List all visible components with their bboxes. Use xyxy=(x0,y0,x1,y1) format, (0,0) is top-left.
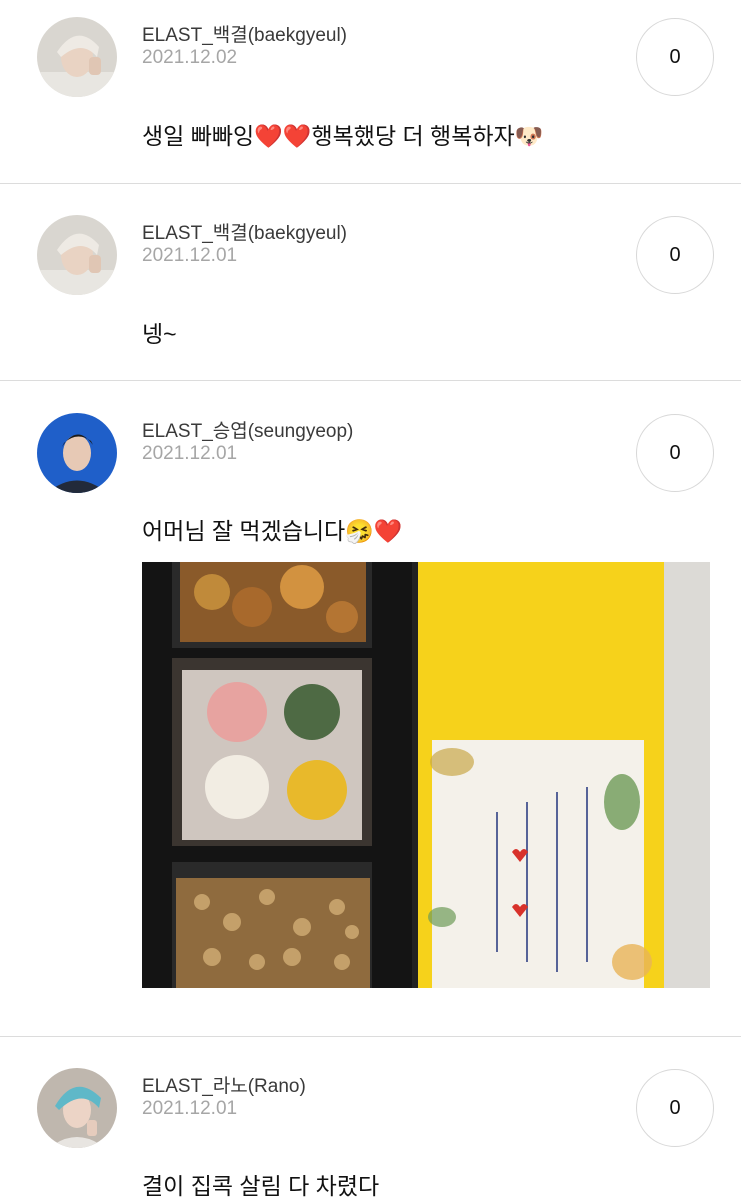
like-count-button[interactable]: 0 xyxy=(636,1069,714,1147)
post-text: 생일 빠빠잉❤️❤️행복했당 더 행복하자🐶 xyxy=(142,123,544,149)
post-text: 결이 집콕 살림 다 차렸다 xyxy=(142,1173,380,1199)
divider xyxy=(0,380,741,381)
divider xyxy=(0,183,741,184)
username[interactable]: ELAST_라노(Rano) xyxy=(142,1071,306,1098)
like-count-button[interactable]: 0 xyxy=(636,414,714,492)
avatar[interactable] xyxy=(37,1068,117,1148)
post-date: 2021.12.01 xyxy=(142,1098,238,1119)
post-text: 어머님 잘 먹겠습니다🤧❤️ xyxy=(142,518,403,544)
like-count-button[interactable]: 0 xyxy=(636,18,714,96)
avatar[interactable] xyxy=(37,17,117,97)
post-date: 2021.12.01 xyxy=(142,245,238,266)
like-count-button[interactable]: 0 xyxy=(636,216,714,294)
avatar[interactable] xyxy=(37,413,117,493)
post-date: 2021.12.02 xyxy=(142,47,238,68)
post-text: 넹~ xyxy=(142,321,177,347)
username[interactable]: ELAST_백결(baekgyeul) xyxy=(142,218,347,245)
post-photo[interactable] xyxy=(142,562,710,988)
username[interactable]: ELAST_백결(baekgyeul) xyxy=(142,20,347,47)
avatar[interactable] xyxy=(37,215,117,295)
username[interactable]: ELAST_승엽(seungyeop) xyxy=(142,416,353,443)
post-date: 2021.12.01 xyxy=(142,443,238,464)
divider xyxy=(0,1036,741,1037)
